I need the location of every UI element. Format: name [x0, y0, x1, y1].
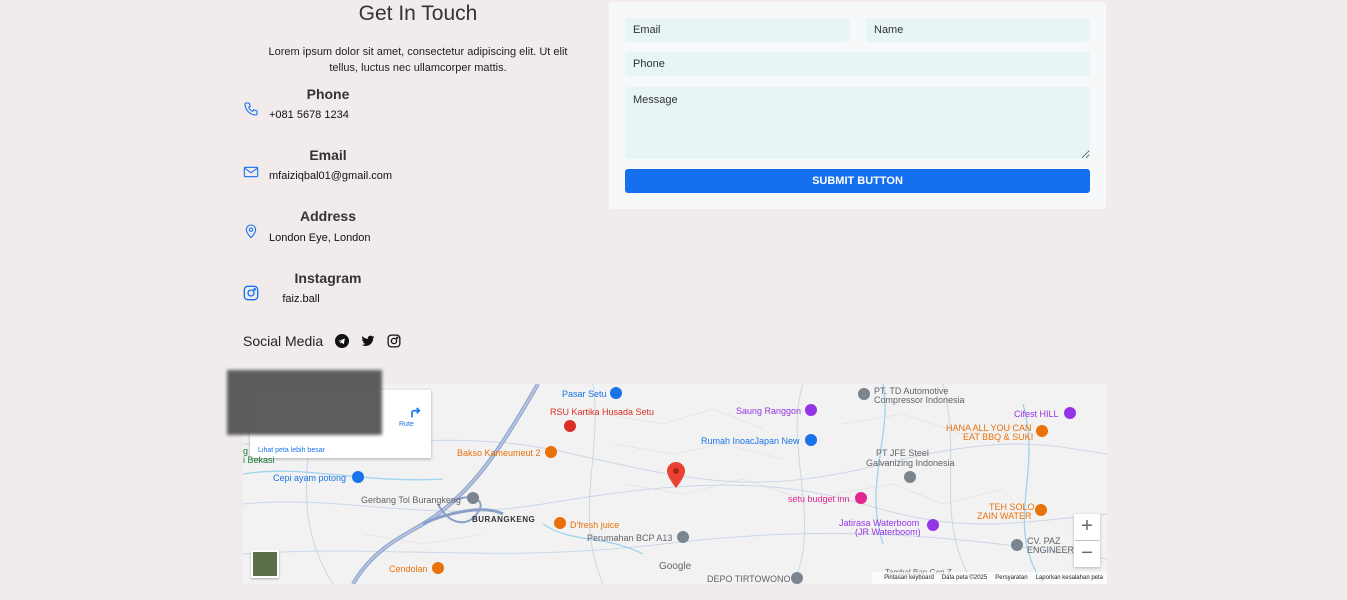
place-label: setu budget inn: [788, 494, 850, 504]
place-label: ENGINEERI: [1027, 545, 1077, 555]
pt-td-marker[interactable]: [858, 388, 870, 400]
route-link[interactable]: Rute: [399, 421, 414, 428]
place-label: Bakso Kameumeut 2: [457, 448, 541, 458]
instagram-value: faiz.ball: [282, 293, 320, 305]
perumahan-marker[interactable]: [677, 531, 689, 543]
map-footer: Pintasan keyboard Data peta ©2025 Persya…: [872, 572, 1107, 584]
gerbang-tol-marker[interactable]: [467, 492, 479, 504]
place-label: i Bekasi: [243, 455, 275, 465]
place-label: (JR Waterboom): [855, 527, 921, 537]
bakso-marker[interactable]: [545, 446, 557, 458]
pasar-setu-marker[interactable]: [610, 387, 622, 399]
instagram-info: Instagram faiz.ball: [243, 268, 443, 318]
hana-marker[interactable]: [1036, 425, 1048, 437]
message-field[interactable]: [625, 87, 1090, 159]
cv-paz-marker[interactable]: [1011, 539, 1023, 551]
submit-button[interactable]: SUBMIT BUTTON: [625, 169, 1090, 193]
dfresh-marker[interactable]: [554, 517, 566, 529]
teh-solo-marker[interactable]: [1035, 504, 1047, 516]
envelope-icon: [243, 166, 259, 178]
cepi-marker[interactable]: [352, 471, 364, 483]
phone-value: +081 5678 1234: [269, 109, 349, 121]
report-error-link[interactable]: Laporkan kesalahan peta: [1036, 575, 1103, 581]
place-label: Pasar Setu: [562, 389, 607, 399]
place-label: Saung Ranggon: [736, 406, 802, 416]
terms-link[interactable]: Persyaratan: [995, 575, 1027, 581]
place-label: Cifest HILL: [1014, 409, 1059, 419]
place-label: Gerbang Tol Burangkeng: [361, 495, 461, 505]
map-data-text: Data peta ©2025: [941, 575, 988, 581]
place-label: ZAIN WATER: [977, 511, 1032, 521]
jfe-steel-marker[interactable]: [904, 471, 916, 483]
area-label: BURANGKENG: [472, 515, 536, 524]
setu-budget-marker[interactable]: [855, 492, 867, 504]
map-pin-icon: [245, 224, 257, 239]
email-info: Email mfaiziqbal01@gmail.com: [243, 145, 443, 195]
page-title: Get In Touch: [358, 2, 478, 25]
twitter-icon[interactable]: [361, 334, 375, 348]
phone-field[interactable]: [625, 52, 1090, 76]
phone-label: Phone: [306, 86, 350, 102]
zoom-out-button[interactable]: −: [1074, 541, 1100, 567]
place-label: DEPO TIRTOWONO: [707, 574, 791, 584]
place-label: Rumah InoacJapan New: [701, 436, 800, 446]
instagram-social-icon[interactable]: [387, 334, 401, 348]
place-label: RSU Kartika Husada Setu: [550, 407, 655, 417]
cendolan-marker[interactable]: [432, 562, 444, 574]
place-label: Cendolan: [389, 564, 428, 574]
cifest-hill-marker[interactable]: [1064, 407, 1076, 419]
location-pin-icon[interactable]: [667, 462, 685, 488]
depo-marker[interactable]: [791, 572, 803, 584]
hospital-marker[interactable]: [564, 420, 576, 432]
telegram-icon[interactable]: [335, 334, 350, 348]
directions-icon[interactable]: [408, 404, 424, 420]
instagram-icon: [243, 285, 259, 301]
place-label: Cepi ayam potong: [273, 473, 347, 483]
place-label: D'fresh juice: [570, 520, 620, 530]
social-media-label: Social Media: [243, 333, 324, 349]
zoom-in-button[interactable]: +: [1074, 514, 1100, 540]
place-label: Compressor Indonesia: [874, 395, 965, 405]
address-label: Address: [299, 208, 357, 224]
place-label: Galvanizing Indonesia: [866, 458, 955, 468]
contact-form: SUBMIT BUTTON: [609, 2, 1106, 209]
social-media-row: Social Media: [243, 331, 407, 351]
phone-icon: [244, 102, 258, 116]
saung-ranggon-marker[interactable]: [805, 404, 817, 416]
instagram-label: Instagram: [294, 270, 362, 286]
intro-text: Lorem ipsum dolor sit amet, consectetur …: [268, 46, 568, 74]
place-label: PT JFE Steel: [876, 448, 929, 458]
rumah-inoac-marker[interactable]: [805, 434, 817, 446]
address-info: Address London Eye, London: [243, 206, 443, 256]
name-field[interactable]: [866, 18, 1090, 42]
jatirasa-marker[interactable]: [927, 519, 939, 531]
place-label: EAT BBQ & SUKI: [963, 432, 1034, 442]
email-label: Email: [309, 147, 347, 163]
satellite-toggle[interactable]: [251, 550, 279, 578]
redacted-region: [227, 370, 382, 435]
address-value: London Eye, London: [269, 232, 371, 244]
place-label: Perumahan BCP A13: [587, 533, 673, 543]
google-logo: Google: [659, 561, 692, 572]
view-larger-map-link[interactable]: Lihat peta lebih besar: [258, 447, 325, 454]
keyboard-shortcuts-link[interactable]: Pintasan keyboard: [884, 575, 934, 581]
email-field[interactable]: [625, 18, 850, 42]
email-value: mfaiziqbal01@gmail.com: [269, 170, 393, 182]
phone-info: Phone +081 5678 1234: [243, 84, 443, 134]
